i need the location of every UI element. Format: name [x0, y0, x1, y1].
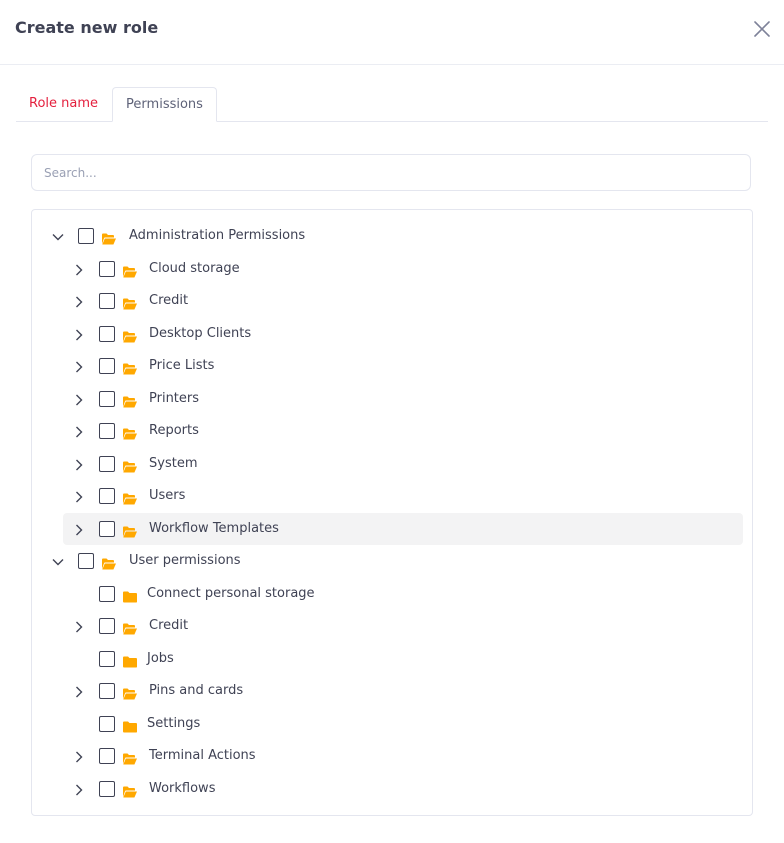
chevron-right-icon[interactable]: [72, 749, 86, 763]
checkbox[interactable]: [99, 716, 115, 732]
checkbox[interactable]: [99, 651, 115, 667]
chevron-right-icon[interactable]: [72, 262, 86, 276]
tree-node-label: Price Lists: [149, 358, 215, 373]
checkbox[interactable]: [99, 456, 115, 472]
tree-node-label: Workflow Templates: [149, 521, 279, 536]
folder-open-icon: [123, 263, 137, 278]
tree-node-user-item[interactable]: Pins and cards: [63, 675, 743, 707]
chevron-right-icon[interactable]: [72, 489, 86, 503]
chevron-right-icon[interactable]: [72, 327, 86, 341]
chevron-right-icon[interactable]: [72, 359, 86, 373]
tree-node-label: Printers: [149, 391, 200, 406]
dialog-title: Create new role: [15, 18, 159, 37]
checkbox[interactable]: [99, 586, 115, 602]
folder-open-icon: [123, 458, 137, 473]
folder-open-icon: [123, 425, 137, 440]
tree-node-label: System: [149, 456, 198, 471]
search-input[interactable]: [31, 154, 751, 191]
folder-icon: [123, 588, 137, 603]
tree-node-label: Credit: [149, 618, 189, 633]
checkbox[interactable]: [99, 358, 115, 374]
tree-node-user-item[interactable]: Workflows: [63, 773, 743, 805]
tree-node-label: Jobs: [147, 651, 174, 666]
tree-node-admin-item[interactable]: Credit: [63, 285, 743, 317]
folder-open-icon: [123, 393, 137, 408]
checkbox[interactable]: [99, 618, 115, 634]
tree-node-user-permissions[interactable]: User permissions: [44, 545, 744, 577]
chevron-down-icon[interactable]: [51, 229, 65, 243]
checkbox[interactable]: [99, 488, 115, 504]
tree-node-admin-item[interactable]: System: [63, 448, 743, 480]
tree-node-label: Settings: [147, 716, 201, 731]
chevron-right-icon[interactable]: [72, 424, 86, 438]
tree-node-admin-item[interactable]: Desktop Clients: [63, 318, 743, 350]
tree-node-label: Administration Permissions: [129, 228, 306, 243]
close-icon[interactable]: [752, 19, 772, 39]
tree-node-label: User permissions: [129, 553, 241, 568]
checkbox[interactable]: [78, 228, 94, 244]
folder-icon: [123, 653, 137, 668]
folder-open-icon: [123, 620, 137, 635]
chevron-right-icon[interactable]: [72, 392, 86, 406]
tree-node-user-item[interactable]: Connect personal storage: [63, 578, 743, 610]
tree-node-label: Pins and cards: [149, 683, 244, 698]
tab-role-name[interactable]: Role name: [16, 87, 111, 121]
tree-node-admin-item[interactable]: Users: [63, 480, 743, 512]
chevron-right-icon[interactable]: [72, 619, 86, 633]
tree-node-user-item[interactable]: Terminal Actions: [63, 740, 743, 772]
folder-open-icon: [123, 783, 137, 798]
checkbox[interactable]: [99, 423, 115, 439]
checkbox[interactable]: [78, 553, 94, 569]
tab-bar: Role name Permissions: [16, 87, 768, 122]
folder-open-icon: [123, 295, 137, 310]
tree-node-admin-item[interactable]: Workflow Templates: [63, 513, 743, 545]
tree-node-admin-item[interactable]: Price Lists: [63, 350, 743, 382]
tree-node-label: Desktop Clients: [149, 326, 252, 341]
folder-open-icon: [123, 750, 137, 765]
tab-permissions[interactable]: Permissions: [112, 87, 217, 122]
dialog-header: Create new role: [0, 0, 784, 65]
folder-icon: [123, 718, 137, 733]
tree-node-label: Terminal Actions: [149, 748, 256, 763]
chevron-right-icon[interactable]: [72, 457, 86, 471]
folder-open-icon: [102, 230, 116, 245]
tree-node-label: Credit: [149, 293, 189, 308]
permissions-tree: Administration Permissions Cloud storage…: [31, 209, 753, 816]
tree-node-admin-item[interactable]: Reports: [63, 415, 743, 447]
tree-node-label: Workflows: [149, 781, 216, 796]
folder-open-icon: [123, 490, 137, 505]
checkbox[interactable]: [99, 521, 115, 537]
chevron-right-icon[interactable]: [72, 522, 86, 536]
tree-node-user-item[interactable]: Settings: [63, 708, 743, 740]
checkbox[interactable]: [99, 683, 115, 699]
tree-node-admin-item[interactable]: Cloud storage: [63, 253, 743, 285]
checkbox[interactable]: [99, 781, 115, 797]
tree-node-label: Connect personal storage: [147, 586, 315, 601]
checkbox[interactable]: [99, 261, 115, 277]
checkbox[interactable]: [99, 293, 115, 309]
checkbox[interactable]: [99, 326, 115, 342]
tree-node-admin-item[interactable]: Printers: [63, 383, 743, 415]
folder-open-icon: [123, 328, 137, 343]
folder-open-icon: [123, 523, 137, 538]
tree-node-administration-permissions[interactable]: Administration Permissions: [44, 220, 744, 252]
tree-node-user-item[interactable]: Jobs: [63, 643, 743, 675]
tree-node-label: Users: [149, 488, 186, 503]
tree-node-label: Cloud storage: [149, 261, 240, 276]
folder-open-icon: [123, 685, 137, 700]
folder-open-icon: [102, 555, 116, 570]
checkbox[interactable]: [99, 748, 115, 764]
folder-open-icon: [123, 360, 137, 375]
tree-node-user-item[interactable]: Credit: [63, 610, 743, 642]
chevron-down-icon[interactable]: [51, 554, 65, 568]
chevron-right-icon[interactable]: [72, 782, 86, 796]
chevron-right-icon[interactable]: [72, 684, 86, 698]
tree-node-label: Reports: [149, 423, 199, 438]
checkbox[interactable]: [99, 391, 115, 407]
chevron-right-icon[interactable]: [72, 294, 86, 308]
